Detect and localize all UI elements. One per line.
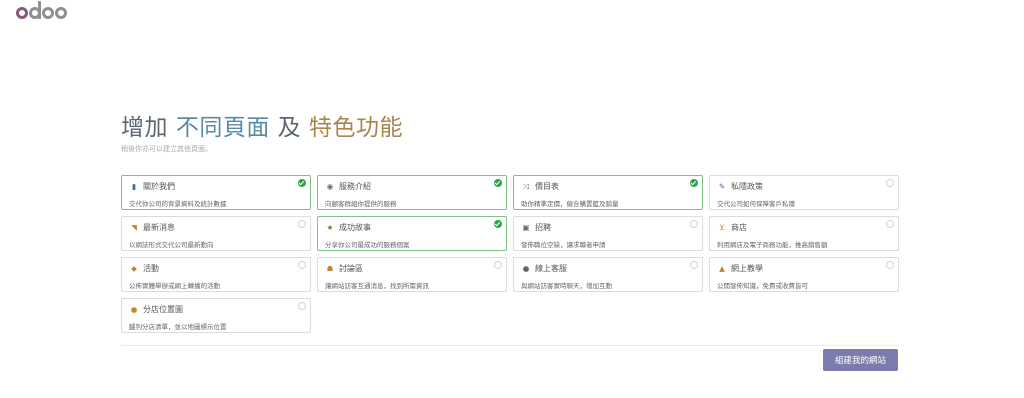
unchecked-circle-icon[interactable] <box>690 220 698 228</box>
feature-description: 交代你公司的背景資料及統計數據 <box>129 200 227 208</box>
feature-card[interactable]: ★ 成功故事分享你公司最成功的服務個案 <box>317 216 507 251</box>
feature-title: ◆ 活動 <box>129 263 303 274</box>
feature-title: ◉ 服務介紹 <box>325 181 499 192</box>
feature-description: 分享你公司最成功的服務個案 <box>325 241 410 249</box>
feature-card[interactable]: ● 分店位置圖臚列分店清單，並以地圖標示位置 <box>121 298 311 333</box>
feature-description: 助你精準定價，僱合購置籃及銷量 <box>521 200 619 208</box>
feature-title: ⤨ 價目表 <box>521 181 695 192</box>
checked-icon[interactable] <box>494 220 502 228</box>
unchecked-circle-icon[interactable] <box>690 261 698 269</box>
build-website-button[interactable]: 組建我的網站 <box>823 349 898 371</box>
feature-label: 價目表 <box>535 182 559 191</box>
unchecked-circle-icon[interactable] <box>494 261 502 269</box>
map-marker-icon: ● <box>130 304 138 314</box>
feature-title: ☗ 討論區 <box>325 263 499 274</box>
unchecked-circle-icon[interactable] <box>298 220 306 228</box>
feature-card[interactable]: ▮ 關於我們交代你公司的背景資料及統計數據 <box>121 175 311 210</box>
feature-title: ● 分店位置圖 <box>129 304 303 315</box>
feature-title: ✎ 私隱政策 <box>717 181 891 192</box>
page-title: 增加 不同頁面 及 特色功能 <box>121 115 403 141</box>
unchecked-circle-icon[interactable] <box>298 302 306 310</box>
feature-description: 公開發佈知識，免費或收費皆可 <box>717 282 808 290</box>
unchecked-circle-icon[interactable] <box>298 261 306 269</box>
feature-label: 商店 <box>731 223 747 232</box>
checked-icon[interactable] <box>690 179 698 187</box>
feature-card[interactable]: ⤨ 價目表助你精準定價，僱合購置籃及銷量 <box>513 175 703 210</box>
feature-title: ◥ 最新消息 <box>129 222 303 233</box>
document-icon: ▮ <box>131 181 137 191</box>
feature-title: ▲ 網上教學 <box>717 263 891 274</box>
feature-description: 臚列分店清單，並以地圖標示位置 <box>129 323 227 331</box>
cart-icon: ⊻ <box>719 222 725 232</box>
feature-label: 關於我們 <box>143 182 175 191</box>
feature-label: 活動 <box>143 264 159 273</box>
feature-label: 服務介紹 <box>339 182 371 191</box>
checked-icon[interactable] <box>298 179 306 187</box>
feature-label: 網上教學 <box>731 264 763 273</box>
page-subtitle: 稍後你亦可以建立其他頁面。 <box>121 145 212 153</box>
footer-divider <box>121 345 899 346</box>
feature-label: 招聘 <box>535 223 551 232</box>
rss-icon: ◥ <box>131 222 137 232</box>
feature-title: ● 線上客服 <box>521 263 695 274</box>
feature-card[interactable]: ◉ 服務介紹向顧客群組你提供的服務 <box>317 175 507 210</box>
feature-card[interactable]: ◥ 最新消息以網誌形式交代公司最新動向 <box>121 216 311 251</box>
feature-label: 線上客服 <box>535 264 567 273</box>
feature-description: 發佈職位空缺，讓求職者申請 <box>521 241 606 249</box>
ticket-icon: ◆ <box>131 263 137 273</box>
feature-label: 分店位置圖 <box>143 305 183 314</box>
checked-icon[interactable] <box>494 179 502 187</box>
feature-title: ▮ 關於我們 <box>129 181 303 192</box>
odoo-logo <box>16 1 67 19</box>
feature-description: 交代公司如何保障客戶私隱 <box>717 200 795 208</box>
feature-label: 私隱政策 <box>731 182 763 191</box>
chat-icon: ● <box>522 263 530 273</box>
feature-description: 讓網站訪客互通消息，找到所需資訊 <box>325 282 429 290</box>
unchecked-circle-icon[interactable] <box>886 261 894 269</box>
feature-title: ⊻ 商店 <box>717 222 891 233</box>
shuffle-icon: ⤨ <box>523 181 529 191</box>
star-icon: ★ <box>326 222 334 232</box>
feature-card[interactable]: ◆ 活動公佈實體舉辦或網上轉播的活動 <box>121 257 311 292</box>
feature-description: 向顧客群組你提供的服務 <box>325 200 397 208</box>
feature-description: 公佈實體舉辦或網上轉播的活動 <box>129 282 220 290</box>
feature-description: 與網站訪客實時聊天，增加互動 <box>521 282 612 290</box>
feature-description: 利用網店及電子商務功能，推高銷售額 <box>717 241 828 249</box>
feature-card[interactable]: ✎ 私隱政策交代公司如何保障客戶私隱 <box>709 175 899 210</box>
feature-label: 討論區 <box>339 264 363 273</box>
feature-label: 成功故事 <box>339 223 371 232</box>
feature-grid: ▮ 關於我們交代你公司的背景資料及統計數據 ◉ 服務介紹向顧客群組你提供的服務 ⤨ 價目表… <box>121 175 899 333</box>
gavel-icon: ✎ <box>718 181 726 191</box>
feature-title: ★ 成功故事 <box>325 222 499 233</box>
unchecked-circle-icon[interactable] <box>886 179 894 187</box>
feature-title: ▣ 招聘 <box>521 222 695 233</box>
feature-card[interactable]: ● 線上客服與網站訪客實時聊天，增加互動 <box>513 257 703 292</box>
feature-card[interactable]: ▲ 網上教學公開發佈知識，免費或收費皆可 <box>709 257 899 292</box>
eye-icon: ◉ <box>326 181 334 191</box>
users-icon: ☗ <box>326 263 334 273</box>
feature-card[interactable]: ▣ 招聘發佈職位空缺，讓求職者申請 <box>513 216 703 251</box>
unchecked-circle-icon[interactable] <box>886 220 894 228</box>
id-card-icon: ▣ <box>522 222 530 232</box>
feature-label: 最新消息 <box>143 223 175 232</box>
feature-card[interactable]: ☗ 討論區讓網站訪客互通消息，找到所需資訊 <box>317 257 507 292</box>
graduation-cap-icon: ▲ <box>719 263 725 273</box>
feature-description: 以網誌形式交代公司最新動向 <box>129 241 214 249</box>
feature-card[interactable]: ⊻ 商店利用網店及電子商務功能，推高銷售額 <box>709 216 899 251</box>
